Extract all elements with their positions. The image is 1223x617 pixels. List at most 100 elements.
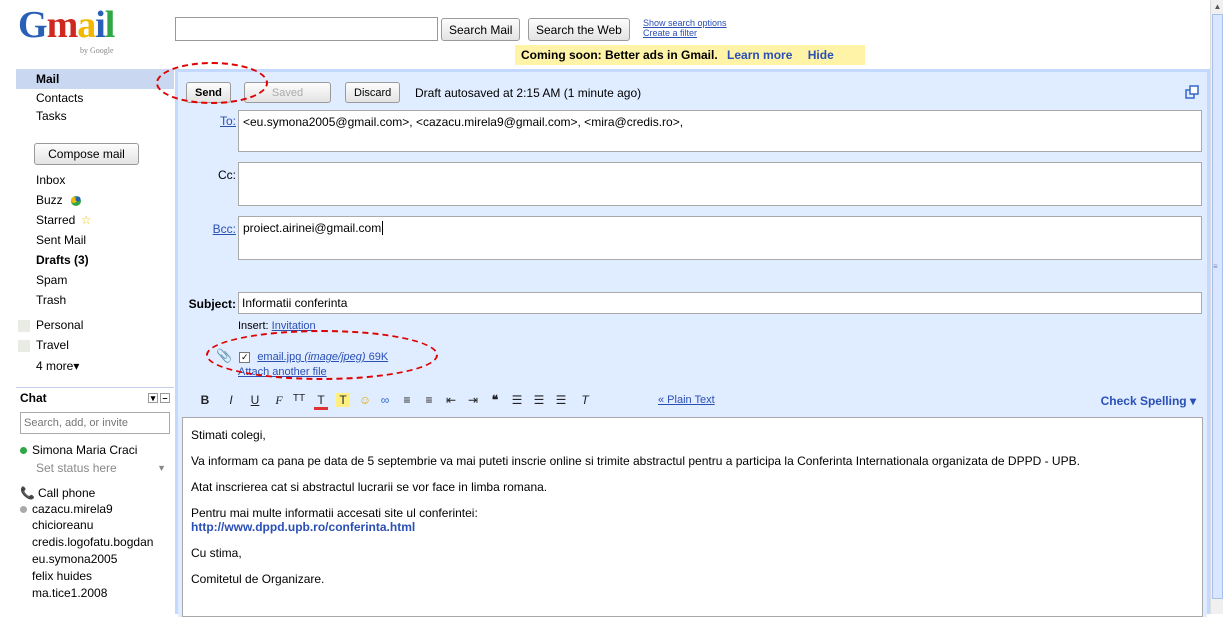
bcc-label[interactable]: Bcc: [178, 222, 236, 236]
promo-banner: Coming soon: Better ads in Gmail. Learn … [515, 45, 865, 65]
gmail-logo[interactable]: Gmail by Google [18, 6, 118, 56]
insert-label: Insert: [238, 320, 269, 332]
folder-label: Buzz [36, 193, 63, 207]
check-spelling-button[interactable]: Check Spelling ▾ [1101, 394, 1196, 408]
call-phone-label: Call phone [37, 486, 96, 500]
discard-button[interactable]: Discard [345, 82, 401, 103]
link-icon[interactable]: ∞ [378, 393, 392, 407]
chat-contact[interactable]: cazacu.mirela9 [20, 501, 174, 517]
scroll-grip-icon: ≡ [1213, 262, 1218, 271]
compose-mail-button[interactable]: Compose mail [34, 143, 139, 165]
folder-trash[interactable]: Trash [16, 290, 174, 310]
chat-search-input[interactable] [20, 412, 170, 434]
attachment-checkbox[interactable]: ✓ [239, 351, 251, 363]
conference-link[interactable]: http://www.dppd.upb.ro/conferinta.html [191, 520, 415, 534]
bcc-value: proiect.airinei@gmail.com [243, 221, 382, 235]
label-color-swatch [18, 320, 30, 332]
chat-minimize-icon[interactable]: – [160, 393, 170, 403]
folder-spam[interactable]: Spam [16, 270, 174, 290]
chat-contact[interactable]: felix huides [20, 568, 174, 584]
align-left-icon[interactable]: ☰ [510, 393, 524, 407]
online-status-icon [20, 447, 27, 455]
scroll-thumb[interactable] [1212, 14, 1223, 599]
header: Gmail by Google Search Mail Search the W… [0, 0, 1210, 66]
chat-contact[interactable]: chicioreanu [20, 517, 174, 533]
search-input[interactable] [175, 17, 438, 41]
search-options-links: Show search options Create a filter [643, 18, 727, 38]
chat-controls: ▾ – [146, 393, 170, 403]
body-line: Va informam ca pana pe data de 5 septemb… [191, 454, 1080, 468]
search-web-button[interactable]: Search the Web [528, 18, 630, 41]
smiley-icon[interactable]: ☺ [358, 393, 372, 407]
bold-icon[interactable]: B [198, 393, 212, 407]
logo-wordmark: Gmail [18, 4, 115, 46]
cc-label: Cc: [218, 168, 236, 182]
label-travel[interactable]: Travel [16, 335, 174, 355]
indent-less-icon[interactable]: ⇤ [444, 393, 458, 407]
align-center-icon[interactable]: ☰ [532, 393, 546, 407]
bcc-field[interactable]: proiect.airinei@gmail.com [238, 216, 1202, 260]
nav-mail[interactable]: Mail [16, 69, 174, 89]
cc-field[interactable] [238, 162, 1202, 206]
text-cursor [382, 221, 384, 235]
scroll-up-arrow-icon[interactable]: ▲ [1212, 1, 1223, 12]
nav-contacts[interactable]: Contacts [16, 88, 174, 108]
call-phone-link[interactable]: 📞 Call phone [20, 485, 174, 501]
body-line: Stimati colegi, [191, 428, 266, 442]
body-paragraph: Pentru mai multe informatii accesati sit… [191, 506, 1194, 534]
attachment-type: (image/jpeg) [304, 351, 366, 363]
remove-formatting-icon[interactable]: T [578, 393, 592, 407]
plain-text-link[interactable]: « Plain Text [658, 394, 715, 406]
attach-another-file-link[interactable]: Attach another file [238, 366, 327, 378]
popout-icon[interactable] [1185, 85, 1199, 99]
nav-tasks[interactable]: Tasks [16, 106, 174, 126]
bullet-list-icon[interactable]: ≡ [422, 393, 436, 407]
folder-inbox[interactable]: Inbox [16, 170, 174, 190]
chat-options-icon[interactable]: ▾ [148, 393, 158, 403]
formatting-toolbar: B I U F TT T T ☺ ∞ ≡ ≡ ⇤ ⇥ ❝ ☰ ☰ ☰ T « P… [186, 390, 1202, 412]
text-color-icon[interactable]: T [314, 393, 328, 410]
subject-field[interactable]: Informatii conferinta [238, 292, 1202, 314]
font-size-icon[interactable]: TT [292, 393, 306, 404]
folder-buzz[interactable]: Buzz [16, 190, 174, 210]
search-mail-button[interactable]: Search Mail [441, 18, 521, 41]
indent-more-icon[interactable]: ⇥ [466, 393, 480, 407]
font-icon[interactable]: F [272, 393, 286, 408]
show-search-options-link[interactable]: Show search options [643, 18, 727, 28]
page-scrollbar[interactable]: ▲ ≡ [1210, 0, 1223, 614]
compose-panel: Send Saved Discard Draft autosaved at 2:… [175, 69, 1210, 617]
folder-sent[interactable]: Sent Mail [16, 230, 174, 250]
insert-row: Insert: Invitation [238, 320, 316, 332]
send-button[interactable]: Send [186, 82, 231, 103]
label-personal[interactable]: Personal [16, 315, 174, 335]
attachment-link[interactable]: email.jpg (image/jpeg) 69K [257, 351, 388, 363]
chat-contact[interactable]: ma.tice1.2008 [20, 585, 174, 601]
folder-drafts[interactable]: Drafts (3) [16, 250, 174, 270]
chat-contact[interactable]: credis.logofatu.bogdan [20, 534, 174, 550]
underline-icon[interactable]: U [248, 393, 262, 407]
to-label[interactable]: To: [178, 114, 236, 128]
chat-contact[interactable]: eu.symona2005 [20, 551, 174, 567]
promo-hide-link[interactable]: Hide [808, 48, 834, 62]
numbered-list-icon[interactable]: ≡ [400, 393, 414, 407]
chat-self[interactable]: Simona Maria Craci [20, 442, 174, 458]
chat-contact-name: cazacu.mirela9 [32, 502, 113, 516]
message-body[interactable]: Stimati colegi, Va informam ca pana pe d… [182, 417, 1203, 617]
sidebar: Mail Contacts Tasks Compose mail Inbox B… [16, 69, 174, 614]
create-filter-link[interactable]: Create a filter [643, 28, 727, 38]
quote-icon[interactable]: ❝ [488, 393, 502, 407]
phone-icon: 📞 [20, 486, 35, 500]
more-labels-link[interactable]: 4 more▾ [16, 356, 174, 376]
insert-invitation-link[interactable]: Invitation [272, 320, 316, 332]
folder-label: Starred [36, 213, 76, 227]
promo-text: Coming soon: Better ads in Gmail. [521, 48, 718, 62]
to-field[interactable]: <eu.symona2005@gmail.com>, <cazacu.mirel… [238, 110, 1202, 152]
chat-status-selector[interactable]: Set status here ▼ [20, 460, 174, 476]
body-line: Atat inscrierea cat si abstractul lucrar… [191, 480, 548, 494]
promo-learn-more-link[interactable]: Learn more [727, 48, 792, 62]
align-right-icon[interactable]: ☰ [554, 393, 568, 407]
paperclip-icon: 📎 [216, 348, 233, 363]
highlight-icon[interactable]: T [336, 393, 350, 407]
italic-icon[interactable]: I [224, 393, 238, 407]
folder-starred[interactable]: Starred ☆ [16, 210, 174, 230]
